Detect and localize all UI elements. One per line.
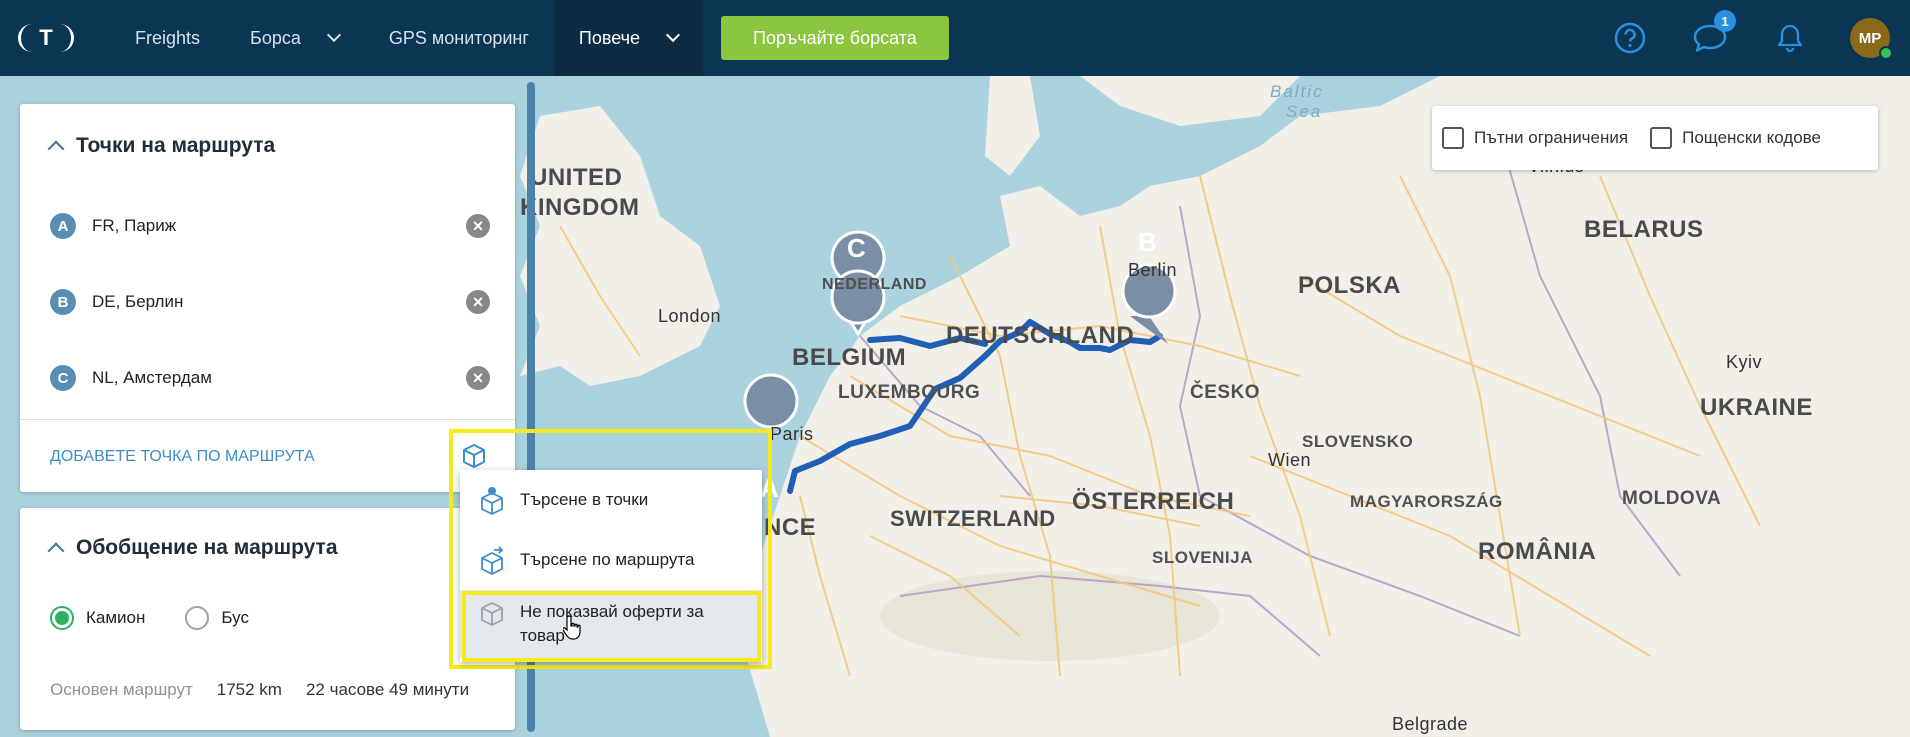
- marker-b-label: B: [1138, 227, 1158, 257]
- order-exchange-button[interactable]: Поръчайте борсата: [721, 16, 949, 60]
- remove-point-a-icon[interactable]: ×: [466, 214, 490, 238]
- route-type-label: Основен маршрут: [50, 680, 193, 699]
- logo-mark: T: [18, 24, 74, 52]
- help-icon: [1614, 22, 1646, 54]
- point-label-a: FR, Париж: [92, 216, 177, 235]
- nav-borsa[interactable]: Борса: [225, 0, 364, 76]
- map-label-belgium: BELGIUM: [792, 344, 907, 371]
- vehicle-truck-label: Камион: [86, 608, 146, 627]
- top-nav: T Freights Борса GPS мониторинг Повече П…: [0, 0, 1910, 76]
- point-label-b: DE, Берлин: [92, 292, 184, 311]
- box-pin-icon: [481, 487, 503, 515]
- nav-more[interactable]: Повече: [553, 0, 704, 76]
- map-label-slovenija: SLOVENIJA: [1152, 548, 1253, 567]
- map-label-magyarorszag: MAGYARORSZÁG: [1350, 492, 1503, 511]
- nav-more-label: Повече: [578, 27, 641, 48]
- checkbox-box[interactable]: [1650, 127, 1673, 149]
- marker-c-label: C: [847, 233, 867, 263]
- nav-borsa-label: Борса: [250, 27, 301, 48]
- map-label-switzerland: SWITZERLAND: [890, 506, 1056, 531]
- divider: [20, 419, 515, 420]
- map-label-belarus: BELARUS: [1584, 216, 1704, 243]
- map-label-paris: Paris: [770, 424, 814, 444]
- map-label-polska: POLSKA: [1298, 272, 1402, 299]
- vehicle-van-label: Бус: [221, 608, 249, 627]
- point-letter-b: B: [50, 289, 76, 315]
- remove-point-b-icon[interactable]: ×: [466, 290, 490, 314]
- point-label-c: NL, Амстердам: [92, 368, 212, 387]
- point-letter-c: C: [50, 365, 76, 391]
- route-summary-panel: Обобщение на маршрута Камион Бус Основен…: [20, 508, 515, 730]
- map-label-berlin: Berlin: [1128, 260, 1178, 280]
- map-label-wien: Wien: [1268, 450, 1312, 470]
- map-label-kyiv: Kyiv: [1726, 352, 1763, 372]
- highlight-option-frame: [462, 591, 761, 662]
- map-label-baltic: Baltic: [1270, 82, 1324, 101]
- help-button[interactable]: [1590, 0, 1670, 76]
- postal-codes-checkbox[interactable]: Пощенски кодове: [1650, 127, 1821, 149]
- map-label-uk1: UNITED: [530, 164, 623, 191]
- route-point-c[interactable]: C NL, Амстердам ×: [50, 363, 490, 393]
- map-label-uk2: KINGDOM: [520, 194, 640, 221]
- box-route-icon: [481, 546, 504, 575]
- map-label-ukraine: UKRAINE: [1700, 394, 1813, 421]
- map-label-nederland: NEDERLAND: [822, 276, 927, 293]
- avatar-initials: MP: [1858, 29, 1882, 47]
- add-route-point-link[interactable]: ДОБАВЕТЕ ТОЧКА ПО МАРШРУТА: [50, 448, 315, 466]
- route-point-a[interactable]: A FR, Париж ×: [50, 211, 490, 241]
- vehicle-van-radio[interactable]: [185, 606, 210, 630]
- chevron-down-icon: [326, 27, 341, 43]
- map-label-slovensko: SLOVENSKO: [1302, 432, 1414, 451]
- point-letter-a: A: [50, 213, 76, 239]
- map-options-panel: Пътни ограничения Пощенски кодове: [1432, 106, 1878, 170]
- bell-icon: [1777, 24, 1803, 53]
- route-summary-title: Обобщение на маршрута: [76, 536, 338, 559]
- chevron-up-icon: [47, 542, 65, 560]
- nav-gps-label: GPS мониторинг: [388, 27, 529, 48]
- route-point-b[interactable]: B DE, Берлин ×: [50, 287, 490, 317]
- logo[interactable]: T: [0, 0, 110, 76]
- map-label-belgrade: Belgrade: [1392, 714, 1469, 734]
- search-in-points-option[interactable]: Търсене в точки: [460, 470, 762, 530]
- online-status-dot: [1879, 46, 1893, 60]
- messages-badge: 1: [1714, 10, 1736, 32]
- map-label-london: London: [658, 306, 722, 326]
- route-points-panel: Точки на маршрута A FR, Париж × B DE, Бе…: [20, 104, 515, 492]
- search-along-route-label: Търсене по маршрута: [520, 550, 695, 569]
- map-label-sea: Sea: [1286, 102, 1323, 121]
- checkbox-box[interactable]: [1442, 127, 1464, 149]
- chevron-up-icon: [47, 140, 65, 158]
- nav-gps[interactable]: GPS мониторинг: [364, 0, 554, 76]
- nav-freights[interactable]: Freights: [110, 0, 225, 76]
- map-label-cesko: ČESKO: [1190, 382, 1261, 403]
- marker-a[interactable]: [743, 373, 799, 429]
- road-restrictions-checkbox[interactable]: Пътни ограничения: [1442, 127, 1628, 149]
- map-label-osterreich: ÖSTERREICH: [1072, 488, 1235, 515]
- route-distance: 1752 km: [216, 680, 282, 699]
- user-menu[interactable]: MP: [1830, 0, 1910, 76]
- map-label-romania: ROMÂNIA: [1478, 538, 1597, 565]
- notifications-button[interactable]: [1750, 0, 1830, 76]
- route-points-header[interactable]: Точки на маршрута: [47, 134, 276, 158]
- route-duration: 22 часове 49 минути: [305, 680, 470, 699]
- route-points-title: Точки на маршрута: [76, 134, 276, 157]
- search-along-route-option[interactable]: Търсене по маршрута: [460, 530, 762, 590]
- map-label-moldova: MOLDOVA: [1622, 488, 1722, 509]
- messages-button[interactable]: 1: [1670, 0, 1750, 76]
- search-in-points-label: Търсене в точки: [520, 490, 649, 509]
- chevron-down-icon: [665, 27, 681, 43]
- hand-cursor-icon: [563, 615, 581, 640]
- map-label-deutschland: DEUTSCHLAND: [946, 322, 1135, 349]
- remove-point-c-icon[interactable]: ×: [466, 366, 490, 390]
- route-summary-header[interactable]: Обобщение на маршрута: [47, 536, 338, 560]
- map-label-luxembourg: LUXEMBOURG: [838, 382, 981, 403]
- nav-freights-label: Freights: [135, 27, 201, 48]
- postal-codes-label: Пощенски кодове: [1682, 128, 1821, 147]
- vehicle-truck-radio[interactable]: [50, 606, 74, 630]
- road-restrictions-label: Пътни ограничения: [1474, 128, 1629, 147]
- avatar: MP: [1850, 18, 1893, 60]
